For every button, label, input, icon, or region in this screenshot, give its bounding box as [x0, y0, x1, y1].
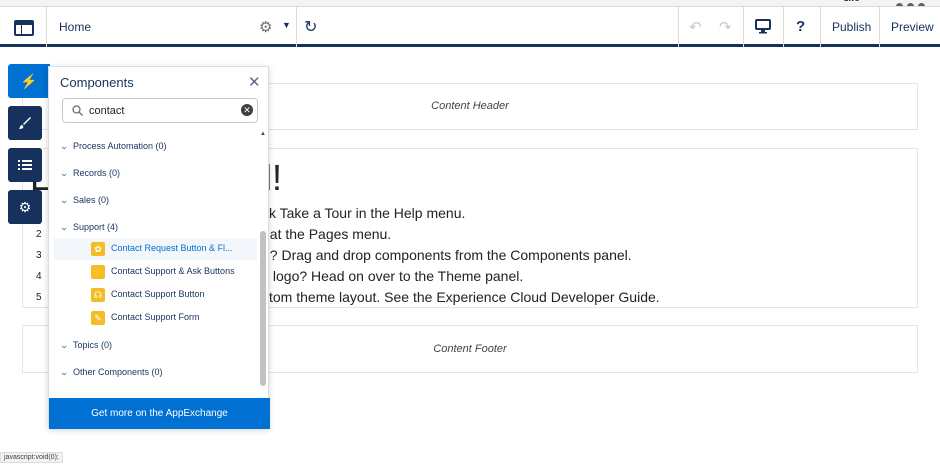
header-divider: [296, 7, 297, 47]
publish-button[interactable]: Publish: [832, 20, 871, 34]
component-item-contact-support-ask[interactable]: ⚡ Contact Support & Ask Buttons: [54, 261, 257, 283]
category-label: Topics (0): [73, 340, 113, 350]
component-label: Contact Support Button: [111, 289, 205, 299]
components-panel: Components ✕ contact ✕ ⌄ Process Automati…: [48, 66, 270, 429]
category-topics[interactable]: ⌄ Topics (0): [59, 340, 113, 351]
component-label: Contact Request Button & Fl...: [111, 243, 233, 253]
desktop-device-icon[interactable]: [755, 18, 771, 34]
scrollbar-thumb[interactable]: [260, 231, 266, 386]
header-divider: [783, 7, 784, 47]
component-item-contact-support-form[interactable]: ✎ Contact Support Form: [54, 307, 257, 329]
browser-toolbar-icons[interactable]: [892, 0, 932, 6]
header-divider: [46, 7, 47, 47]
page-settings-gear-icon[interactable]: ⚙: [259, 18, 272, 36]
chevron-down-icon: ⌄: [59, 222, 70, 232]
header-divider: [820, 7, 821, 47]
category-records[interactable]: ⌄ Records (0): [59, 168, 121, 179]
settings-panel-button[interactable]: ⚙: [8, 190, 42, 224]
header-divider: [879, 7, 880, 47]
preview-button[interactable]: Preview: [891, 20, 934, 34]
close-icon[interactable]: ✕: [248, 73, 261, 91]
panel-title: Components: [60, 75, 134, 90]
browser-address-bar: LWC: [0, 0, 940, 7]
category-sales[interactable]: ⌄ Sales (0): [59, 195, 110, 206]
headset-icon: ☊: [91, 288, 105, 302]
appexchange-link[interactable]: Get more on the AppExchange: [49, 398, 270, 429]
scroll-up-arrow-icon[interactable]: ▲: [260, 131, 266, 137]
category-process-automation[interactable]: ⌄ Process Automation (0): [59, 141, 167, 152]
list-text: e? Drag and drop components from the Com…: [262, 247, 632, 263]
builder-header: Home ⚙ ▼ ↻ ↶ ↷ ? Publish Preview: [0, 7, 940, 47]
component-label: Contact Support & Ask Buttons: [111, 266, 235, 276]
browser-status-bar: javascript:void(0);: [0, 452, 63, 463]
chevron-down-icon: ⌄: [59, 195, 70, 205]
component-item-contact-request-button[interactable]: ✿ Contact Request Button & Fl...: [54, 238, 257, 260]
component-item-contact-support-button[interactable]: ☊ Contact Support Button: [54, 284, 257, 306]
extension-icon[interactable]: LWC: [844, 0, 860, 3]
chevron-down-icon[interactable]: ▼: [282, 20, 291, 30]
chevron-down-icon: ⌄: [59, 168, 70, 178]
list-number: 4: [36, 271, 42, 282]
search-value: contact: [89, 105, 125, 117]
page-structure-button[interactable]: [8, 148, 42, 182]
category-label: Records (0): [73, 168, 121, 178]
chevron-down-icon: ⌄: [59, 141, 70, 151]
lightning-bolt-icon: ⚡: [20, 72, 38, 89]
list-number: 2: [36, 229, 42, 240]
gear-icon: ✿: [91, 242, 105, 256]
form-icon: ✎: [91, 311, 105, 325]
component-label: Contact Support Form: [111, 312, 200, 322]
theme-panel-button[interactable]: [8, 106, 42, 140]
header-divider: [678, 7, 679, 47]
paintbrush-icon: [19, 117, 31, 129]
category-support[interactable]: ⌄ Support (4): [59, 222, 119, 233]
page-selector[interactable]: Home: [59, 20, 91, 34]
chevron-down-icon: ⌄: [59, 367, 70, 377]
clear-search-icon[interactable]: ✕: [241, 104, 253, 116]
category-label: Other Components (0): [73, 367, 163, 377]
undo-icon[interactable]: ↶: [689, 18, 702, 36]
panel-scrollbar[interactable]: ▲: [259, 131, 267, 395]
list-number: 5: [36, 292, 42, 303]
refresh-icon[interactable]: ↻: [304, 17, 317, 37]
components-panel-button[interactable]: ⚡: [8, 64, 50, 98]
component-list: ⌄ Process Automation (0) ⌄ Records (0) ⌄ Sa…: [50, 133, 261, 393]
redo-icon[interactable]: ↷: [719, 18, 732, 36]
category-label: Process Automation (0): [73, 141, 167, 151]
list-text: t at the Pages menu.: [262, 226, 392, 242]
category-label: Sales (0): [73, 195, 110, 205]
category-other-components[interactable]: ⌄ Other Components (0): [59, 367, 163, 378]
list-icon: [18, 160, 32, 170]
help-icon[interactable]: ?: [796, 18, 805, 35]
bolt-icon: ⚡: [91, 265, 105, 279]
category-label: Support (4): [73, 222, 119, 232]
layout-icon[interactable]: [14, 20, 34, 36]
list-text: y logo? Head on over to the Theme panel.: [262, 268, 524, 284]
list-number: 3: [36, 250, 42, 261]
component-search-input[interactable]: contact ✕: [62, 98, 258, 123]
list-text: ck Take a Tour in the Help menu.: [262, 205, 466, 221]
header-divider: [743, 7, 744, 47]
chevron-down-icon: ⌄: [59, 340, 70, 350]
list-text: stom theme layout. See the Experience Cl…: [262, 289, 660, 305]
gear-icon: ⚙: [18, 198, 32, 215]
search-icon: [72, 105, 83, 116]
